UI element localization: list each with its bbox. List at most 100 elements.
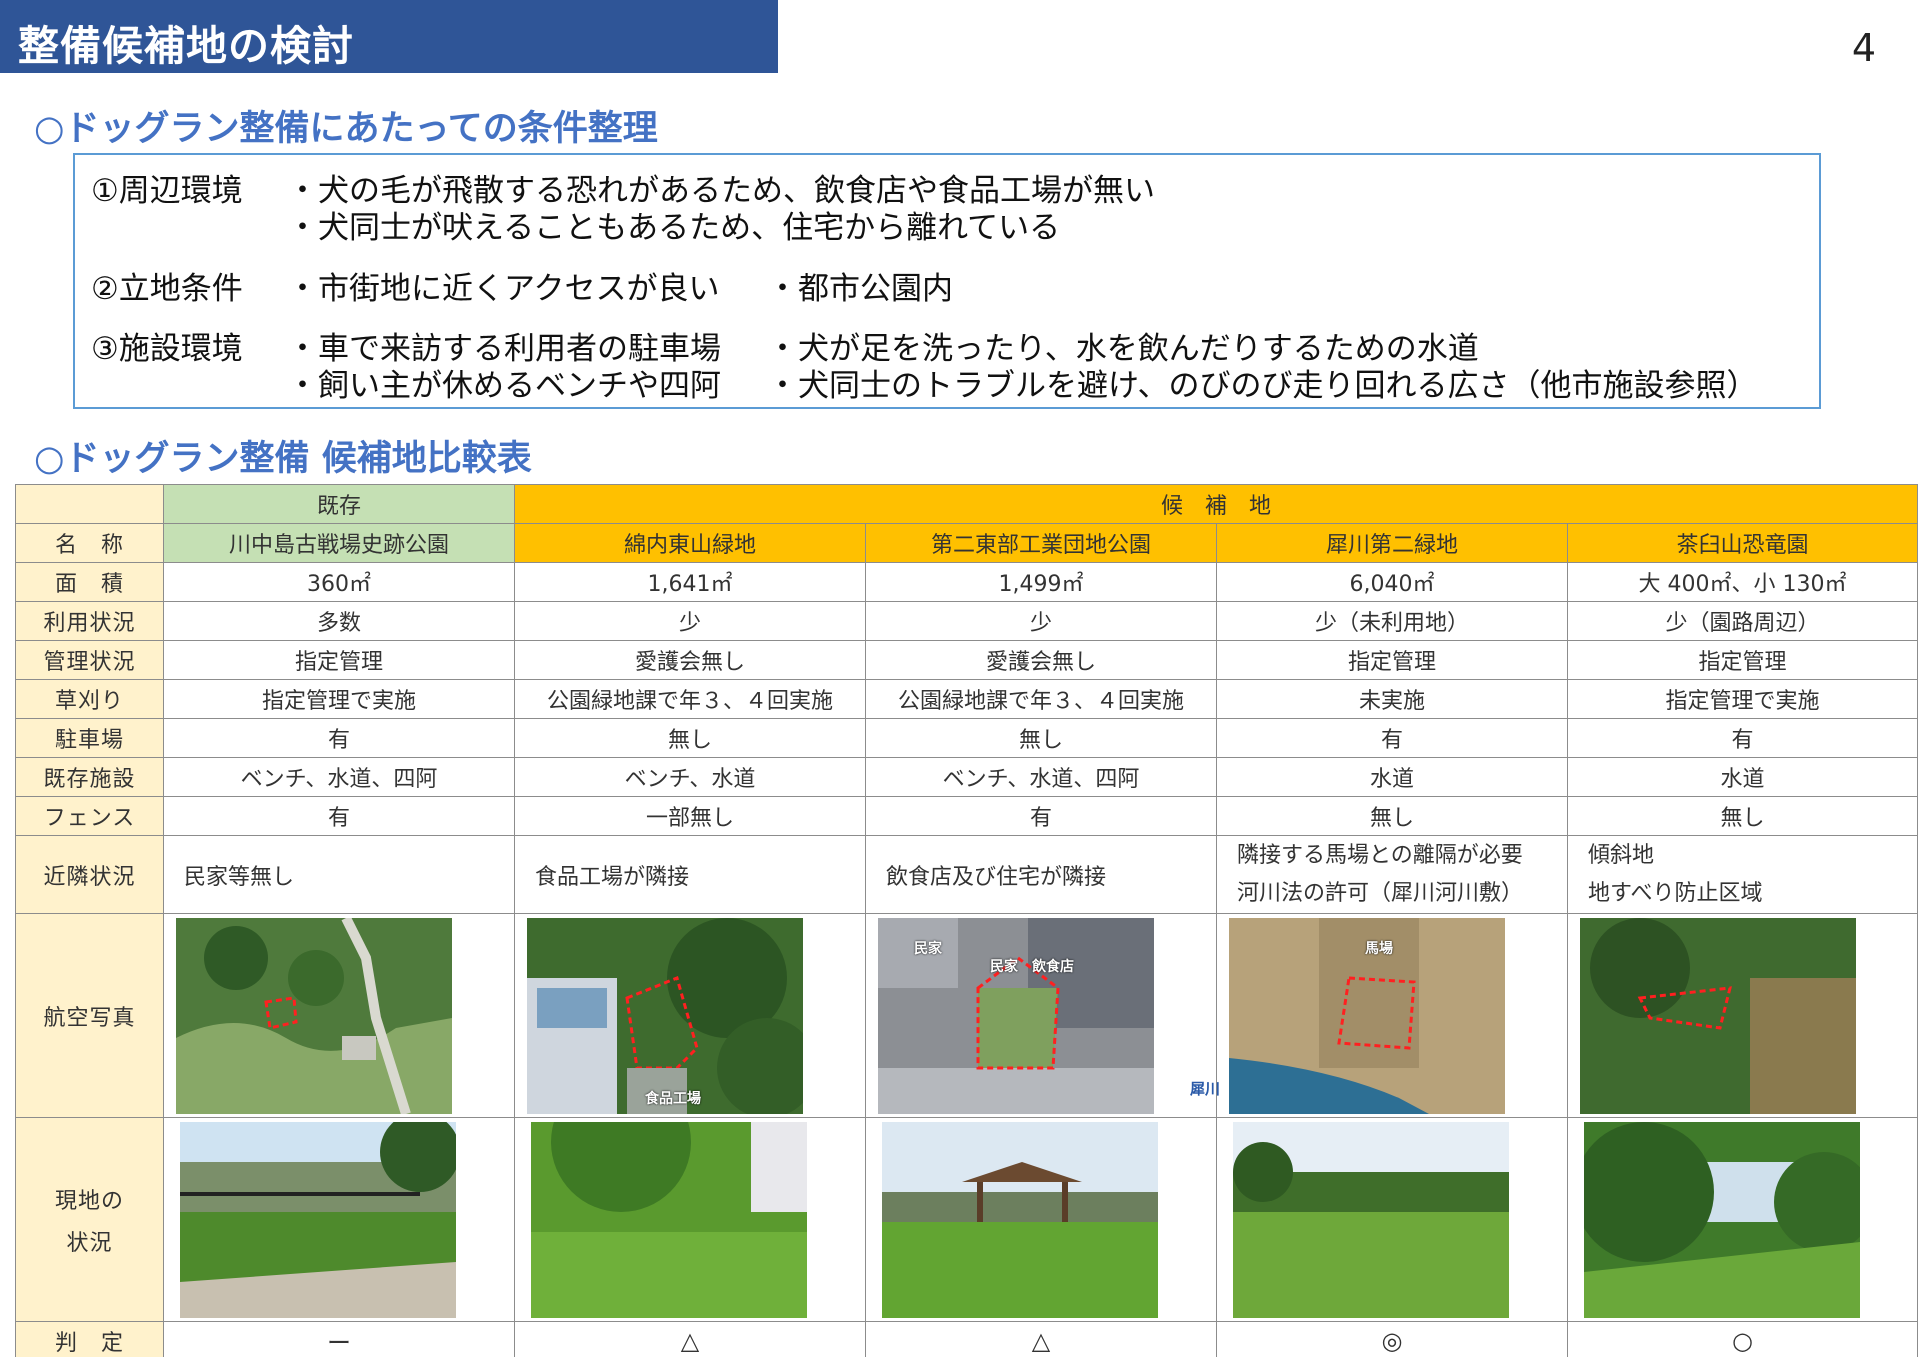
- site-judgement: ○: [1566, 1321, 1919, 1357]
- site-management: 指定管理: [163, 640, 515, 680]
- row-label-name: 名 称: [15, 523, 164, 563]
- site-management: 愛護会無し: [514, 640, 866, 680]
- page-number: 4: [1851, 26, 1876, 70]
- table-row: 草刈り 指定管理で実施 公園緑地課で年３、４回実施 公園緑地課で年３、４回実施 …: [15, 679, 1919, 719]
- site-parking: 無し: [865, 718, 1217, 758]
- site-usage: 少（園路周辺）: [1566, 601, 1919, 641]
- table-row: 現地の 状況: [15, 1117, 1919, 1322]
- site-fence: 無し: [1566, 796, 1919, 836]
- condition-item: ・飼い主が休めるベンチや四阿: [287, 368, 721, 404]
- photo-label: 飲食店: [1032, 958, 1074, 975]
- site-name: 綿内東山緑地: [514, 523, 866, 563]
- site-nearby: 傾斜地 地すべり防止区域: [1566, 835, 1919, 914]
- site-fence: 有: [163, 796, 515, 836]
- aerial-photo: [1580, 917, 1856, 1114]
- site-area: 1,499㎡: [865, 562, 1217, 602]
- condition-item: ・市街地に近くアクセスが良い: [287, 271, 720, 307]
- row-label-site-line: 現地の: [54, 1188, 124, 1214]
- aerial-photo: 民家 民家 飲食店: [878, 917, 1154, 1114]
- site-photo: [882, 1121, 1158, 1318]
- site-parking: 有: [163, 718, 515, 758]
- site-name: 第二東部工業団地公園: [865, 523, 1217, 563]
- aerial-photo: 食品工場: [527, 917, 803, 1114]
- nearby-line: 河川法の許可（犀川河川敷）: [1237, 880, 1524, 906]
- table-row: 駐車場 有 無し 無し 有 有: [15, 718, 1919, 758]
- table-row: 既存施設 ベンチ、水道、四阿 ベンチ、水道 ベンチ、水道、四阿 水道 水道: [15, 757, 1919, 797]
- site-usage: 少: [865, 601, 1217, 641]
- site-mowing: 公園緑地課で年３、４回実施: [514, 679, 866, 719]
- condition-item: ・犬同士が吠えることもあるため、住宅から離れている: [287, 210, 1061, 246]
- site-usage: 少: [514, 601, 866, 641]
- aerial-photo: [176, 917, 452, 1114]
- site-photo-cell: [514, 1117, 866, 1322]
- site-photo: [1233, 1121, 1509, 1318]
- nearby-line: 地すべり防止区域: [1588, 880, 1763, 906]
- table-row: 既存 候 補 地: [15, 484, 1919, 524]
- photo-label: 民家: [914, 940, 942, 957]
- site-nearby: 隣接する馬場との離隔が必要 河川法の許可（犀川河川敷）: [1216, 835, 1568, 914]
- condition-item: ・都市公園内: [767, 271, 953, 307]
- site-management: 指定管理: [1566, 640, 1919, 680]
- site-name: 犀川第二緑地: [1216, 523, 1568, 563]
- aerial-photo-cell: [1566, 913, 1919, 1118]
- row-label-usage: 利用状況: [15, 601, 164, 641]
- condition-item: ・犬同士のトラブルを避け、のびのび走り回れる広さ（他市施設参照）: [767, 368, 1758, 404]
- aerial-photo-cell: 食品工場: [514, 913, 866, 1118]
- page-title: 整備候補地の検討: [0, 0, 778, 73]
- table-row: 利用状況 多数 少 少 少（未利用地） 少（園路周辺）: [15, 601, 1919, 641]
- nearby-line: 傾斜地: [1588, 842, 1655, 868]
- site-mowing: 公園緑地課で年３、４回実施: [865, 679, 1217, 719]
- site-photo: [1584, 1121, 1860, 1318]
- site-facilities: ベンチ、水道: [514, 757, 866, 797]
- table-row: フェンス 有 一部無し 有 無し 無し: [15, 796, 1919, 836]
- site-management: 愛護会無し: [865, 640, 1217, 680]
- site-fence: 一部無し: [514, 796, 866, 836]
- table-row: 近隣状況 民家等無し 食品工場が隣接 飲食店及び住宅が隣接 隣接する馬場との離隔…: [15, 835, 1919, 914]
- site-area: 360㎡: [163, 562, 515, 602]
- site-nearby: 食品工場が隣接: [514, 835, 866, 914]
- site-management: 指定管理: [1216, 640, 1568, 680]
- aerial-photo-cell: 馬場: [1216, 913, 1568, 1118]
- conditions-box: ①周辺環境 ・犬の毛が飛散する恐れがあるため、飲食店や食品工場が無い ・犬同士が…: [73, 153, 1821, 409]
- photo-label: 馬場: [1365, 940, 1393, 957]
- site-fence: 無し: [1216, 796, 1568, 836]
- nearby-line: 隣接する馬場との離隔が必要: [1237, 842, 1523, 868]
- row-label-site-line: 状況: [66, 1230, 113, 1256]
- site-facilities: 水道: [1566, 757, 1919, 797]
- site-area: 大 400㎡、小 130㎡: [1566, 562, 1919, 602]
- aerial-photo: 馬場: [1229, 917, 1505, 1114]
- site-judgement: △: [865, 1321, 1217, 1357]
- condition-label-environment: ①周辺環境: [91, 173, 243, 209]
- table-row: 名 称 川中島古戦場史跡公園 綿内東山緑地 第二東部工業団地公園 犀川第二緑地 …: [15, 523, 1919, 563]
- row-label-nearby: 近隣状況: [15, 835, 164, 914]
- aerial-photo-cell: 民家 民家 飲食店: [865, 913, 1217, 1118]
- site-photo-cell: [865, 1117, 1217, 1322]
- table-row: 航空写真 食品工場 民家 民家 飲食店 馬場: [15, 913, 1919, 1118]
- row-label-judgement: 判 定: [15, 1321, 164, 1357]
- table-row: 面 積 360㎡ 1,641㎡ 1,499㎡ 6,040㎡ 大 400㎡、小 1…: [15, 562, 1919, 602]
- site-name: 茶臼山恐竜園: [1566, 523, 1919, 563]
- row-label-mowing: 草刈り: [15, 679, 164, 719]
- row-label-fence: フェンス: [15, 796, 164, 836]
- site-mowing: 指定管理で実施: [163, 679, 515, 719]
- site-nearby: 民家等無し: [163, 835, 515, 914]
- condition-label-facilities: ③施設環境: [91, 331, 243, 367]
- row-label-facilities: 既存施設: [15, 757, 164, 797]
- aerial-photo-cell: [163, 913, 515, 1118]
- site-mowing: 指定管理で実施: [1566, 679, 1919, 719]
- photo-label: 食品工場: [645, 1090, 701, 1107]
- site-area: 6,040㎡: [1216, 562, 1568, 602]
- site-judgement: ◎: [1216, 1321, 1568, 1357]
- candidates-group-header: 候 補 地: [513, 484, 1919, 524]
- site-usage: 多数: [163, 601, 515, 641]
- row-label-blank: [15, 484, 164, 524]
- site-facilities: 水道: [1216, 757, 1568, 797]
- row-label-management: 管理状況: [15, 640, 164, 680]
- table-row: 管理状況 指定管理 愛護会無し 愛護会無し 指定管理 指定管理: [15, 640, 1919, 680]
- row-label-aerial: 航空写真: [15, 913, 164, 1118]
- site-parking: 有: [1216, 718, 1568, 758]
- site-judgement: △: [514, 1321, 866, 1357]
- table-row: 判 定 ー △ △ ◎ ○: [15, 1321, 1919, 1357]
- site-photo: [531, 1121, 807, 1318]
- site-nearby: 飲食店及び住宅が隣接: [865, 835, 1217, 914]
